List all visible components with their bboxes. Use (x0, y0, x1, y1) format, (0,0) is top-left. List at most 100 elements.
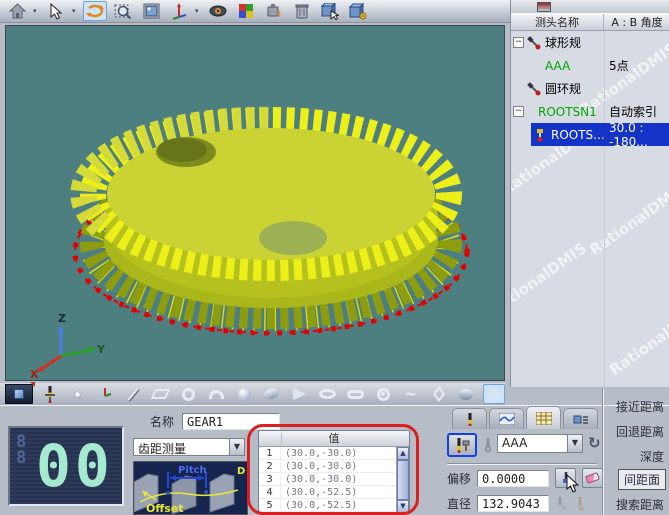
collapse-icon[interactable]: − (513, 106, 524, 117)
plane-feature-button[interactable] (150, 384, 172, 404)
pick-model-button[interactable] (318, 1, 342, 21)
search-distance-label[interactable]: 搜索距离 (616, 496, 664, 513)
probe-icon (527, 82, 541, 96)
point-feature-button[interactable] (67, 384, 89, 404)
scroll-up-icon[interactable]: ▲ (397, 447, 409, 460)
scroll-down-icon[interactable]: ▼ (397, 500, 409, 513)
column-probe-name[interactable]: 测头名称 (511, 14, 604, 30)
approach-distance-label[interactable]: 接近距离 (616, 398, 664, 415)
offset-label: Offset (146, 502, 184, 514)
delete-button[interactable] (290, 1, 314, 21)
axes-icon (171, 3, 188, 20)
arc-feature-button[interactable] (205, 384, 227, 404)
row-index: 2 (259, 460, 281, 472)
value-row[interactable]: 2 (30.0,-30.0) (259, 460, 409, 473)
probe-select-button[interactable] (447, 433, 477, 457)
rotate-view-button[interactable] (83, 1, 107, 21)
axes-dropdown-arrow[interactable]: ▾ (195, 7, 202, 15)
circle-feature-button[interactable] (178, 384, 200, 404)
csys-feature-button[interactable] (94, 384, 116, 404)
offset-measure-button[interactable] (555, 468, 576, 488)
coordinate-system-button[interactable] (167, 1, 191, 21)
watermark: RationalDMIS (586, 179, 669, 259)
view-eye-button[interactable] (206, 1, 230, 21)
value-row[interactable]: 5 (30.0,-52.5) (259, 499, 409, 512)
led-dim-digits: 8 8 (16, 434, 26, 466)
tree-item-ring-gauge[interactable]: 圆环规 (511, 77, 669, 100)
dropdown-arrow-icon[interactable]: ▼ (229, 438, 245, 456)
d-label: D (237, 466, 245, 477)
select-dropdown-arrow[interactable]: ▾ (72, 7, 79, 15)
ellipse-feature-button[interactable] (317, 384, 339, 404)
depth-label[interactable]: 深度 (640, 448, 664, 465)
probe-tool-button[interactable] (39, 384, 61, 404)
curve-feature-button[interactable]: ~ (400, 384, 422, 404)
render-tool-button[interactable] (262, 1, 286, 21)
surface-feature-button[interactable] (428, 384, 450, 404)
docked-icon-fragment (537, 2, 551, 12)
circle-icon (182, 388, 195, 401)
cylinder-feature-button[interactable] (261, 384, 283, 404)
model-view-button[interactable] (5, 384, 33, 404)
ring-feature-button[interactable] (372, 384, 394, 404)
value-row[interactable]: 1 (30.0,-30.0) (259, 447, 409, 460)
offset-label: 偏移 (447, 470, 471, 487)
tree-item-aaa[interactable]: AAA 5点 (511, 54, 669, 77)
curve-icon: ~ (404, 387, 417, 402)
row-value: (30.0,-52.5) (281, 486, 357, 498)
measure-mode-select[interactable]: 齿距测量 ▼ (133, 438, 245, 456)
line-feature-button[interactable] (122, 384, 144, 404)
select-cursor-button[interactable] (44, 1, 68, 21)
row-value: (30.0,-30.0) (281, 447, 357, 459)
gear-hole-shadow (157, 138, 207, 162)
slot-feature-button[interactable] (344, 384, 366, 404)
collapse-icon[interactable]: − (513, 37, 524, 48)
dropdown-arrow-icon[interactable]: ▼ (567, 434, 583, 453)
gear-feature-button[interactable]: ⚙ (483, 384, 505, 404)
zoom-region-icon (114, 3, 132, 20)
value-list-scrollbar[interactable]: ▲ ▼ (396, 447, 409, 513)
probe-combobox-value: AAA (497, 434, 567, 453)
zoom-region-button[interactable] (111, 1, 135, 21)
refresh-icon[interactable]: ↻ (588, 434, 601, 452)
color-palette-button[interactable] (234, 1, 258, 21)
value-list[interactable]: 值 1 (30.0,-30.0) 2 (30.0,-30.0) 3 (30.0,… (258, 430, 410, 514)
tree-item-sphere-gauge[interactable]: − 球形规 (511, 31, 669, 54)
value-row[interactable]: 4 (30.0,-52.5) (259, 486, 409, 499)
home-button[interactable] (5, 1, 29, 21)
cone-feature-button[interactable] (289, 384, 311, 404)
diameter-label: 直径 (447, 495, 471, 512)
model-tools-button[interactable] (346, 1, 370, 21)
spacing-plane-button[interactable]: 间距面 (618, 469, 666, 490)
tree-header[interactable]: 测头名称 A : B 角度 (511, 13, 669, 31)
table-tab-icon (536, 412, 552, 425)
retract-distance-label[interactable]: 回退距离 (616, 423, 664, 440)
cursor-icon (49, 3, 63, 20)
diameter-input[interactable]: 132.9043 (477, 495, 549, 512)
row-index: 1 (259, 447, 281, 459)
rotate-icon (86, 3, 104, 19)
tree-item-angle: 5点 (609, 57, 629, 74)
offset-edit-button[interactable] (582, 468, 603, 488)
home-icon (9, 3, 26, 19)
column-ab-angle[interactable]: A : B 角度 (604, 14, 669, 30)
graph-tab-icon (499, 413, 515, 425)
tab-table[interactable] (526, 406, 561, 429)
3d-viewport[interactable]: Z Y X (5, 25, 505, 381)
offset-input[interactable]: 0.0000 (477, 470, 549, 487)
tree-item-roots-selected[interactable]: ROOTS... 30.0 : -180... (511, 123, 669, 146)
tab-graph[interactable] (489, 408, 524, 429)
scrollbar-thumb[interactable] (397, 460, 409, 500)
tab-probe[interactable] (452, 408, 487, 429)
cylinder-solid-feature-button[interactable] (455, 384, 477, 404)
home-dropdown-arrow[interactable]: ▾ (33, 7, 40, 15)
row-index: 5 (259, 499, 281, 511)
tab-report[interactable] (563, 408, 598, 429)
name-input[interactable]: GEAR1 (182, 413, 280, 430)
fit-image-button[interactable] (139, 1, 163, 21)
axis-y-label: Y (96, 343, 106, 356)
report-tab-icon (573, 413, 589, 426)
probe-combobox[interactable]: AAA ▼ (497, 434, 583, 453)
sphere-feature-button[interactable] (233, 384, 255, 404)
value-row[interactable]: 3 (30.0,-30.0) (259, 473, 409, 486)
